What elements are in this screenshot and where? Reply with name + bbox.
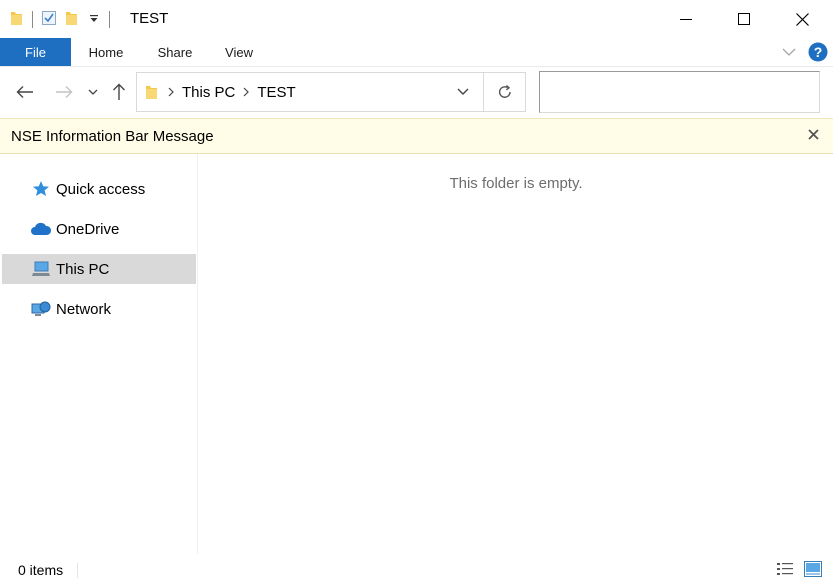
sidebar-item-this-pc[interactable]: This PC xyxy=(2,254,196,284)
breadcrumb-this-pc[interactable]: This PC xyxy=(182,84,235,101)
maximize-button[interactable] xyxy=(715,0,773,38)
cloud-icon xyxy=(28,222,54,236)
quick-access-toolbar xyxy=(10,8,118,30)
chevron-down-icon xyxy=(457,88,469,95)
refresh-icon xyxy=(498,84,511,98)
help-button[interactable]: ? xyxy=(808,42,828,62)
address-dropdown-button[interactable] xyxy=(443,73,483,111)
search-box[interactable] xyxy=(539,71,820,113)
breadcrumb: This PC TEST xyxy=(137,73,443,111)
empty-folder-message: This folder is empty. xyxy=(449,175,583,192)
sidebar-item-onedrive[interactable]: OneDrive xyxy=(2,214,196,244)
sidebar-item-network[interactable]: Network xyxy=(2,294,196,324)
new-folder-icon[interactable] xyxy=(65,10,79,29)
navigation-pane: Quick access OneDrive This PC Network xyxy=(0,154,198,554)
details-view-button[interactable] xyxy=(775,559,795,579)
chevron-down-icon xyxy=(782,48,796,56)
back-button[interactable] xyxy=(14,79,36,105)
toolbar-divider xyxy=(109,10,110,28)
item-count: 0 items xyxy=(18,562,64,578)
up-button[interactable] xyxy=(109,79,129,105)
chevron-down-icon xyxy=(88,89,98,95)
details-view-icon xyxy=(777,563,793,575)
sidebar-item-label: Quick access xyxy=(56,180,146,198)
chevron-right-icon[interactable] xyxy=(243,85,250,100)
computer-icon xyxy=(28,261,54,277)
large-icons-view-icon xyxy=(804,561,822,577)
large-icons-view-button[interactable] xyxy=(803,559,823,579)
navigation-bar: This PC TEST xyxy=(0,66,833,118)
chevron-right-icon[interactable] xyxy=(168,85,174,100)
minimize-button[interactable] xyxy=(657,0,715,38)
address-bar[interactable]: This PC TEST xyxy=(136,72,526,112)
window-title: TEST xyxy=(130,10,169,27)
sidebar-item-label: OneDrive xyxy=(56,220,120,238)
forward-button[interactable] xyxy=(53,79,75,105)
tab-home[interactable]: Home xyxy=(71,38,141,66)
tab-file[interactable]: File xyxy=(0,38,71,66)
ribbon-controls: ? xyxy=(782,38,833,66)
information-bar-message: NSE Information Bar Message xyxy=(11,128,214,145)
help-icon: ? xyxy=(808,42,828,62)
tab-view[interactable]: View xyxy=(209,38,269,66)
status-divider xyxy=(77,563,78,578)
sidebar-item-quick-access[interactable]: Quick access xyxy=(2,174,196,204)
information-bar-close-button[interactable] xyxy=(808,127,819,145)
information-bar[interactable]: NSE Information Bar Message xyxy=(0,118,833,154)
toolbar-divider xyxy=(32,10,33,28)
breadcrumb-test[interactable]: TEST xyxy=(257,84,295,101)
tab-share[interactable]: Share xyxy=(141,38,209,66)
maximize-icon xyxy=(738,13,750,25)
status-bar: 0 items xyxy=(0,554,833,585)
file-list[interactable]: This folder is empty. xyxy=(199,154,833,554)
close-icon xyxy=(808,129,819,140)
arrow-right-icon xyxy=(56,86,73,98)
folder-icon xyxy=(145,84,158,100)
search-input[interactable] xyxy=(540,72,819,112)
folder-icon xyxy=(10,10,24,29)
svg-text:?: ? xyxy=(814,44,823,60)
close-button[interactable] xyxy=(773,0,831,38)
refresh-button[interactable] xyxy=(483,73,525,111)
ribbon-tabs: File Home Share View ? xyxy=(0,38,833,66)
arrow-up-icon xyxy=(113,83,125,100)
sidebar-item-label: Network xyxy=(56,300,112,318)
minimize-icon xyxy=(680,19,692,20)
title-bar: TEST xyxy=(0,0,833,38)
customize-toolbar-icon[interactable] xyxy=(89,11,99,27)
arrow-left-icon xyxy=(16,86,33,98)
properties-icon[interactable] xyxy=(41,10,57,29)
close-icon xyxy=(795,12,809,26)
network-icon xyxy=(28,300,54,318)
recent-locations-button[interactable] xyxy=(86,79,100,105)
expand-ribbon-button[interactable] xyxy=(782,48,796,57)
star-icon xyxy=(28,180,54,198)
sidebar-item-label: This PC xyxy=(56,260,110,278)
